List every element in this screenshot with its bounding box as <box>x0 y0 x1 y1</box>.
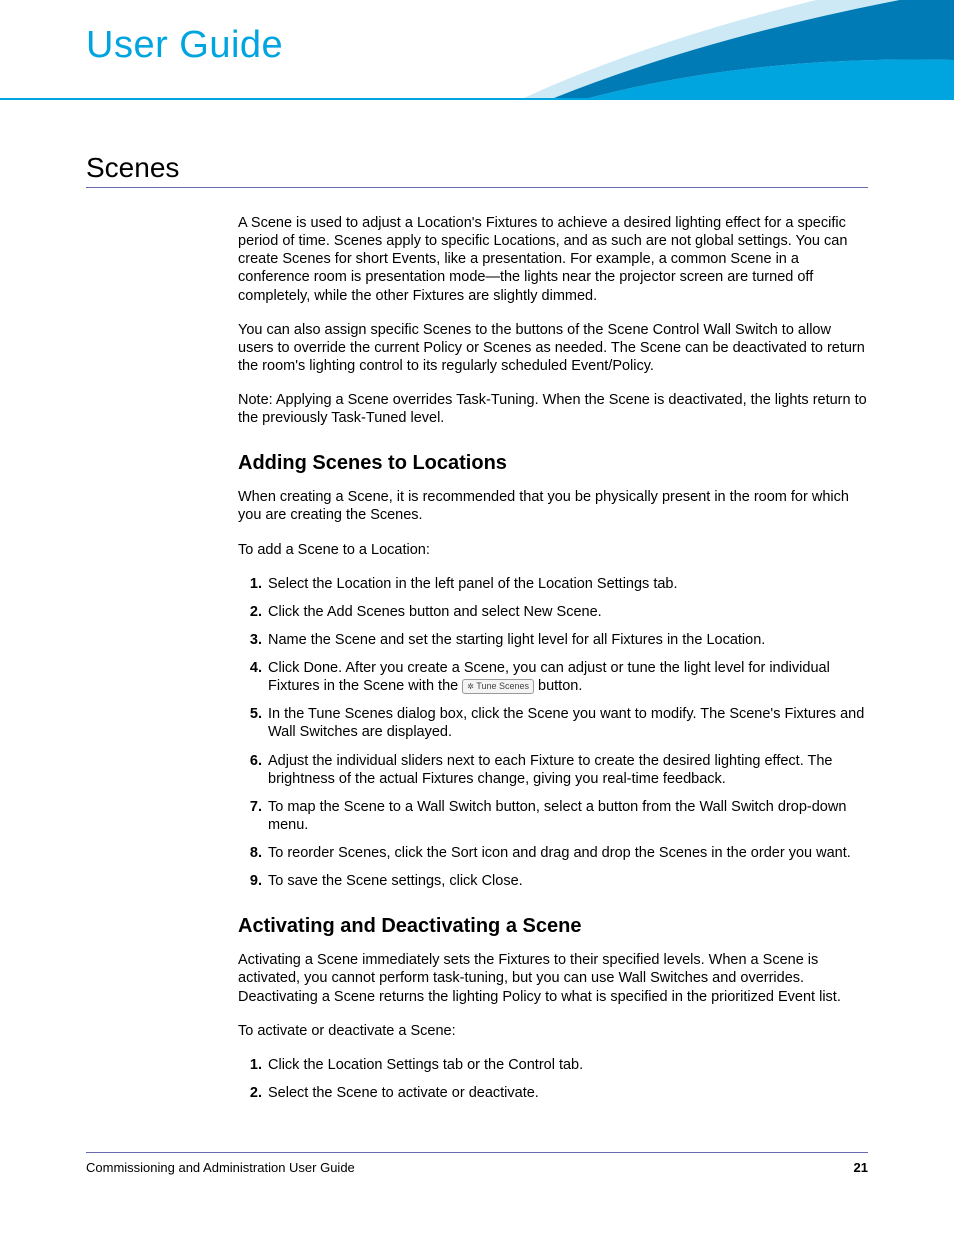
step-4: Click Done. After you create a Scene, yo… <box>266 659 868 695</box>
step-7: To map the Scene to a Wall Switch button… <box>266 798 868 834</box>
activating-steps-list: Click the Location Settings tab or the C… <box>238 1056 868 1102</box>
step-9: To save the Scene settings, click Close. <box>266 872 868 890</box>
subheading-adding: Adding Scenes to Locations <box>238 451 868 476</box>
activate-step-1: Click the Location Settings tab or the C… <box>266 1056 868 1074</box>
step-4-text-b: button. <box>534 678 582 694</box>
page-content: Scenes A Scene is used to adjust a Locat… <box>0 100 954 1102</box>
step-1: Select the Location in the left panel of… <box>266 575 868 593</box>
tune-scenes-button-graphic: ✲ Tune Scenes <box>462 679 534 694</box>
step-3: Name the Scene and set the starting ligh… <box>266 631 868 649</box>
tune-scenes-label: Tune Scenes <box>476 681 529 691</box>
step-5: In the Tune Scenes dialog box, click the… <box>266 705 868 741</box>
gear-icon: ✲ <box>467 682 474 692</box>
footer-page-number: 21 <box>854 1160 868 1176</box>
activate-step-2: Select the Scene to activate or deactiva… <box>266 1084 868 1102</box>
header-title: User Guide <box>86 22 283 70</box>
adding-preamble: To add a Scene to a Location: <box>238 541 868 559</box>
page-footer: Commissioning and Administration User Gu… <box>86 1160 868 1176</box>
subheading-activating: Activating and Deactivating a Scene <box>238 914 868 939</box>
step-8: To reorder Scenes, click the Sort icon a… <box>266 844 868 862</box>
page-header: User Guide <box>0 0 954 100</box>
intro-paragraph-1: A Scene is used to adjust a Location's F… <box>238 214 868 305</box>
document-page: User Guide Scenes A Scene is used to adj… <box>0 0 954 1235</box>
footer-doc-title: Commissioning and Administration User Gu… <box>86 1160 355 1176</box>
intro-paragraph-2: You can also assign specific Scenes to t… <box>238 321 868 375</box>
section-heading: Scenes <box>86 150 868 188</box>
activating-preamble: To activate or deactivate a Scene: <box>238 1022 868 1040</box>
step-2: Click the Add Scenes button and select N… <box>266 603 868 621</box>
adding-intro: When creating a Scene, it is recommended… <box>238 488 868 524</box>
intro-paragraph-3: Note: Applying a Scene overrides Task-Tu… <box>238 391 868 427</box>
activating-intro: Activating a Scene immediately sets the … <box>238 951 868 1005</box>
footer-rule <box>86 1152 868 1153</box>
adding-steps-list: Select the Location in the left panel of… <box>238 575 868 891</box>
header-swoosh-graphic <box>494 0 954 98</box>
step-6: Adjust the individual sliders next to ea… <box>266 752 868 788</box>
body-block: A Scene is used to adjust a Location's F… <box>238 192 868 1102</box>
